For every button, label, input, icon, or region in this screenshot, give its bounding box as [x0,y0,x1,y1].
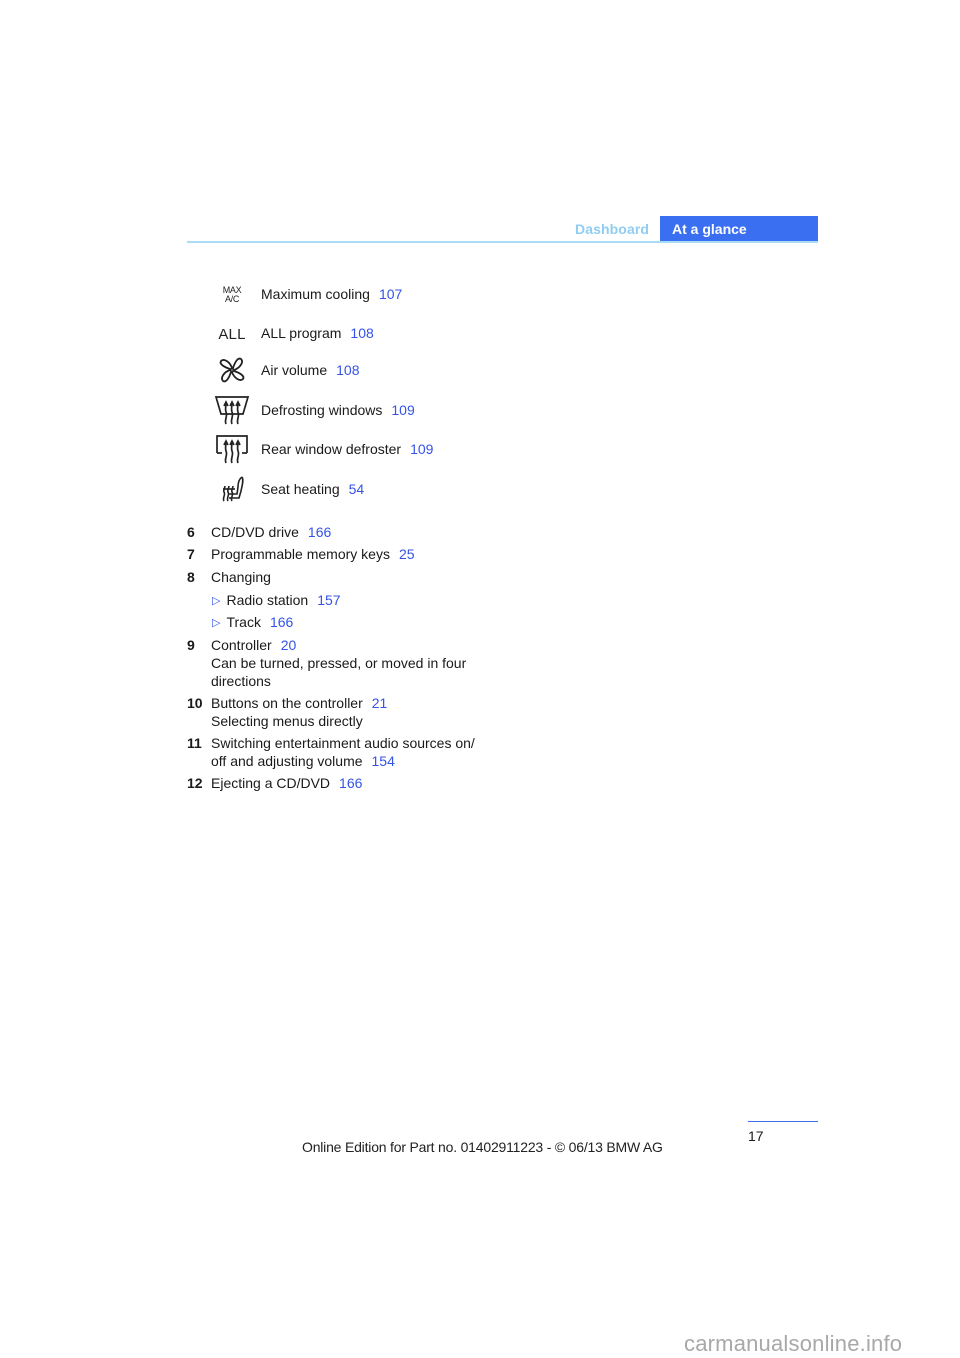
section-title: Dashboard [575,221,650,237]
icon-item-seat-heating: Seat heating 54 [212,474,612,504]
fan-icon [212,355,252,385]
bullet-triangle-icon: ▷ [212,595,221,607]
item-text: Ejecting a CD/DVD [211,775,331,791]
item-label: Seat heating [261,481,340,497]
footer-edition-text: Online Edition for Part no. 01402911223 … [302,1139,663,1155]
icon-item-all-program: ALL ALL program 108 [212,319,612,349]
item-number: 12 [187,775,203,791]
page-ref-link[interactable]: 109 [410,441,433,457]
sub-item-radio-station: ▷ Radio station 157 [212,591,341,611]
page-ref-link[interactable]: 108 [350,325,373,341]
max-ac-icon-line2: A/C [224,294,240,304]
page-ref-link[interactable]: 21 [372,695,388,711]
all-program-icon: ALL [212,319,252,349]
page-ref-link[interactable]: 54 [349,481,365,497]
item-description: Selecting menus directly [211,713,363,729]
icon-item-air-volume: Air volume 108 [212,355,612,385]
item-text: Controller [211,637,272,653]
item-text: off and adjusting volume [211,753,363,769]
all-program-icon-text: ALL [218,325,246,343]
item-number: 8 [187,569,195,585]
page-ref-link[interactable]: 166 [308,524,331,540]
header-rule [187,241,818,243]
icon-item-defrosting-windows: Defrosting windows 109 [212,395,612,425]
page-ref-link[interactable]: 157 [317,592,340,608]
seat-heating-icon [212,474,252,504]
item-number: 6 [187,524,195,540]
item-text: Changing [211,569,271,585]
sub-item-text: Track [226,614,261,630]
max-ac-icon: MAX A/C [212,280,252,310]
chapter-tab: At a glance [660,216,818,243]
watermark[interactable]: carmanualsonline.info [684,1331,902,1357]
page-ref-link[interactable]: 108 [336,362,359,378]
sub-item-track: ▷ Track 166 [212,613,293,633]
page-number-rule [748,1121,818,1122]
page-ref-link[interactable]: 25 [399,546,415,562]
item-label: ALL program [261,325,342,341]
page-ref-link[interactable]: 20 [281,637,297,653]
item-label: Defrosting windows [261,402,383,418]
item-number: 7 [187,546,195,562]
item-text: Switching entertainment audio sources on… [211,735,475,751]
page-ref-link[interactable]: 109 [391,402,414,418]
page-ref-link[interactable]: 107 [379,286,402,302]
page-ref-link[interactable]: 166 [270,614,293,630]
windshield-defrost-icon [212,395,252,425]
item-label: Maximum cooling [261,286,370,302]
page-number: 17 [748,1128,764,1144]
chapter-title: At a glance [672,221,747,237]
icon-item-rear-window-defroster: Rear window defroster 109 [212,434,612,464]
item-label: Air volume [261,362,328,378]
item-text: Programmable memory keys [211,546,390,562]
item-description: directions [211,673,271,689]
page-ref-link[interactable]: 154 [372,753,395,769]
item-number: 10 [187,695,203,711]
item-label: Rear window defroster [261,441,402,457]
item-number: 9 [187,637,195,653]
sub-item-text: Radio station [226,592,309,608]
item-number: 11 [187,735,202,751]
rear-window-defrost-icon [212,434,252,464]
item-description: Can be turned, pressed, or moved in four [211,655,467,671]
icon-item-max-cooling: MAX A/C Maximum cooling 107 [212,280,612,310]
page-ref-link[interactable]: 166 [339,775,362,791]
bullet-triangle-icon: ▷ [212,617,221,629]
item-text: CD/DVD drive [211,524,299,540]
item-text: Buttons on the controller [211,695,363,711]
